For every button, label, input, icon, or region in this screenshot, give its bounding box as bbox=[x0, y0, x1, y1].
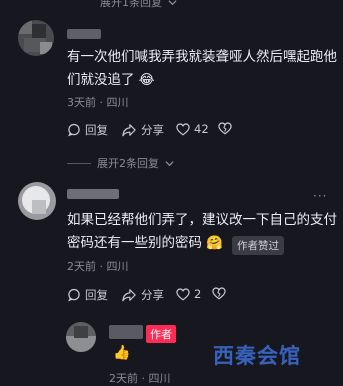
broken-heart-icon bbox=[218, 122, 232, 135]
reply-button[interactable]: 回复 bbox=[67, 287, 108, 303]
reply-icon bbox=[68, 288, 80, 302]
username-blurred[interactable] bbox=[109, 325, 143, 339]
share-button[interactable]: 分享 bbox=[121, 287, 164, 303]
more-options-icon[interactable]: ··· bbox=[313, 189, 327, 203]
reply-icon bbox=[68, 123, 80, 137]
avatar[interactable] bbox=[18, 20, 54, 56]
dislike-button[interactable] bbox=[212, 287, 226, 300]
avatar[interactable] bbox=[18, 182, 56, 220]
dislike-button[interactable] bbox=[218, 122, 232, 135]
broken-heart-icon bbox=[212, 287, 226, 300]
username-blurred[interactable] bbox=[67, 189, 119, 199]
comment-meta: 2天前 · 四川 bbox=[67, 260, 129, 273]
chevron-down-icon bbox=[168, 0, 177, 5]
laughing-emoji: 😂 bbox=[138, 72, 155, 88]
heart-icon bbox=[176, 122, 190, 135]
avatar[interactable] bbox=[66, 322, 96, 352]
like-button[interactable]: 2 bbox=[176, 287, 201, 301]
expand-replies-top[interactable]: 展开1条回复 bbox=[100, 0, 177, 10]
heart-icon bbox=[176, 287, 190, 300]
author-liked-tag: 作者赞过 bbox=[232, 236, 284, 255]
username-blurred[interactable] bbox=[67, 29, 101, 39]
expand-label: 展开2条回复 bbox=[97, 157, 159, 170]
reply-button[interactable]: 回复 bbox=[67, 122, 108, 138]
author-badge: 作者 bbox=[146, 325, 176, 343]
watermark-logo: 西秦会馆 bbox=[213, 344, 301, 368]
hug-emoji: 🤗 bbox=[206, 235, 224, 251]
expand-replies[interactable]: 展开2条回复 bbox=[67, 155, 174, 171]
comment-meta: 3天前 · 四川 bbox=[67, 96, 129, 109]
comment-text: 有一次他们喊我弄我就装聋哑人然后嘿起跑他 们就没追了 😂 bbox=[67, 49, 337, 88]
share-icon bbox=[122, 289, 136, 302]
divider-line bbox=[67, 162, 91, 164]
share-button[interactable]: 分享 bbox=[121, 122, 164, 138]
comment-text: 如果已经帮他们弄了，建议改一下自己的支付 密码还有一些别的密码 🤗 bbox=[67, 212, 337, 251]
thumbs-up-emoji: 👍 bbox=[113, 345, 131, 361]
share-icon bbox=[122, 124, 136, 137]
like-button[interactable]: 42 bbox=[176, 122, 209, 136]
comment-meta: 2天前 · 四川 bbox=[109, 372, 171, 385]
chevron-down-icon bbox=[165, 160, 174, 166]
expand-label: 展开1条回复 bbox=[100, 0, 162, 9]
